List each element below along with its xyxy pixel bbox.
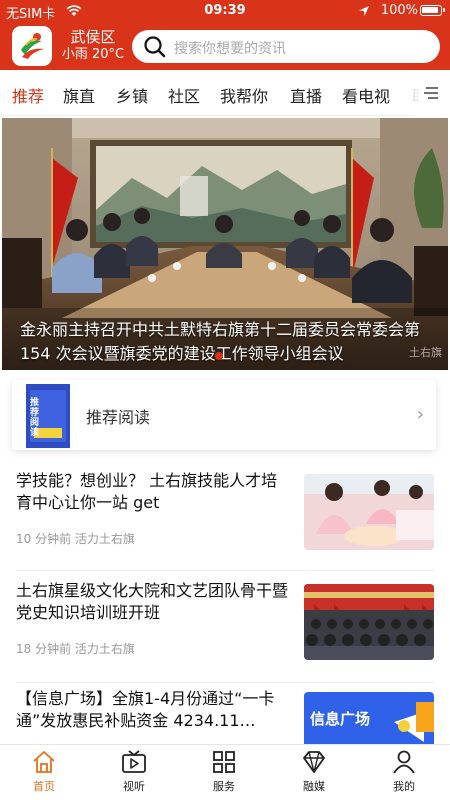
person-icon <box>393 750 415 774</box>
news-thumbnail: 信息广场 <box>304 692 434 744</box>
recommended-reading-thumb: 推荐阅读 <box>26 384 70 448</box>
news-source: 活力土右旗 <box>74 642 135 656</box>
news-time: 18 分钟前 <box>16 642 72 656</box>
news-title: 【信息广场】全旗1-4月份通过“一卡通”发放惠民补贴资金 4234.11… <box>16 689 275 730</box>
diamond-icon <box>303 751 325 773</box>
app-logo[interactable] <box>12 26 52 66</box>
top-banner[interactable]: 金永丽主持召开中共土默特右旗第十二届委员会常委会第 154 次会议暨旗委党的建设… <box>2 118 448 370</box>
recommended-reading-label: 推荐阅读 <box>86 408 151 427</box>
nav-services-label: 服务 <box>213 780 235 793</box>
news-thumbnail <box>304 474 434 550</box>
location-arrow-icon <box>359 6 369 16</box>
news-title: 土右旗星级文化大院和文艺团队骨干暨党史知识培训班开班 <box>16 581 289 622</box>
banner-page-indicator[interactable] <box>215 352 223 360</box>
header: 无SIM卡 09:39 100% 武侯区 小雨 20°C 搜索你想要的资讯 <box>0 0 450 70</box>
location-name: 武侯区 <box>70 28 116 46</box>
tv-play-icon <box>122 750 146 773</box>
battery-icon <box>420 5 445 16</box>
nav-audio-video-label: 视听 <box>123 780 145 793</box>
nav-media-label: 融媒 <box>303 780 325 793</box>
news-title: 学技能？想创业？ 土右旗技能人才培育中心让你一站 get <box>16 471 278 512</box>
nav-home-label: 首页 <box>33 780 55 793</box>
app-logo-icon <box>21 33 44 59</box>
news-source: 活力土右旗 <box>74 532 135 546</box>
tab-recommend[interactable]: 推荐 <box>12 83 44 107</box>
divider <box>16 682 434 683</box>
news-meta: 18 分钟前 活力土右旗 <box>16 640 135 657</box>
status-bar: 无SIM卡 09:39 100% <box>0 0 450 22</box>
news-item[interactable]: 学技能？想创业？ 土右旗技能人才培育中心让你一站 get 10 分钟前 活力土右… <box>0 470 450 570</box>
search-icon <box>144 36 166 58</box>
nav-services[interactable]: 服务 <box>194 749 254 794</box>
nav-profile-label: 我的 <box>393 780 415 793</box>
banner-watermark: 土右旗 <box>409 346 442 359</box>
news-meta: 10 分钟前 活力土右旗 <box>16 530 135 547</box>
channel-tabs: 推荐 旗直 乡镇 社区 我帮你 直播 看电视 职 <box>0 70 450 116</box>
nav-profile[interactable]: 我的 <box>374 749 434 794</box>
news-time: 10 分钟前 <box>16 532 72 546</box>
tab-live[interactable]: 直播 <box>290 83 322 107</box>
news-item[interactable]: 土右旗星级文化大院和文艺团队骨干暨党史知识培训班开班 18 分钟前 活力土右旗 <box>0 580 450 680</box>
tab-community[interactable]: 社区 <box>168 83 200 107</box>
nav-media[interactable]: 融媒 <box>284 749 344 794</box>
reading-cover-text: 推荐阅读 <box>30 398 40 438</box>
weather-text: 小雨 20°C <box>61 47 125 62</box>
nav-home[interactable]: 首页 <box>14 749 74 794</box>
tab-towns[interactable]: 乡镇 <box>116 83 148 107</box>
recommended-reading-card[interactable]: 推荐阅读 推荐阅读 › <box>12 380 436 450</box>
banner-caption: 金永丽主持召开中共土默特右旗第十二届委员会常委会第 154 次会议暨旗委党的建设… <box>20 320 421 363</box>
bottom-navigation: 首页 视听 服务 融媒 我的 <box>0 744 450 800</box>
training-photo <box>304 474 434 550</box>
info-square-text: 信息广场 <box>310 710 371 728</box>
tab-watch-tv[interactable]: 看电视 <box>342 83 390 107</box>
search-bar[interactable]: 搜索你想要的资讯 <box>132 30 440 63</box>
grid-icon <box>213 751 235 773</box>
location-weather[interactable]: 武侯区 小雨 20°C <box>58 28 128 64</box>
tab-help-you[interactable]: 我帮你 <box>220 83 268 107</box>
search-placeholder: 搜索你想要的资讯 <box>174 41 286 57</box>
nav-audio-video[interactable]: 视听 <box>104 749 164 794</box>
home-icon <box>33 751 55 773</box>
news-thumbnail <box>304 584 434 660</box>
chevron-right-icon: › <box>416 404 424 425</box>
divider <box>16 570 434 571</box>
auditorium-photo <box>304 584 434 660</box>
news-item[interactable]: 【信息广场】全旗1-4月份通过“一卡通”发放惠民补贴资金 4234.11… 信息… <box>0 688 450 744</box>
menu-lines-icon <box>424 87 438 99</box>
battery-text: 100% <box>380 3 418 18</box>
channel-menu-button[interactable] <box>408 70 450 116</box>
app-root: 无SIM卡 09:39 100% 武侯区 小雨 20°C 搜索你想要的资讯 推荐… <box>0 0 450 800</box>
tab-banner-direct[interactable]: 旗直 <box>63 83 95 107</box>
